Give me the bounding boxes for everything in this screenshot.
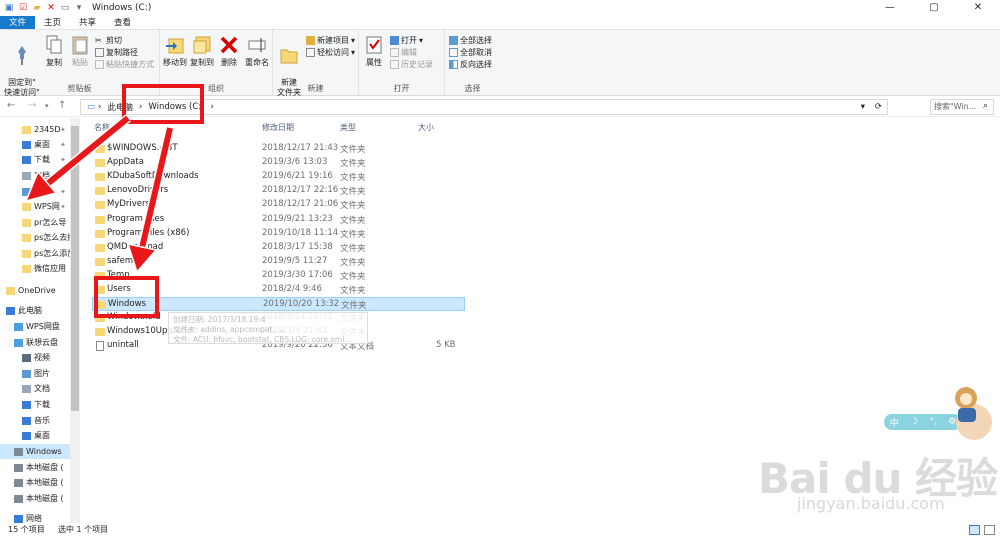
- arrow-to-sidebar: [24, 114, 131, 203]
- mascot-image: [955, 387, 992, 440]
- large-icons-view-icon[interactable]: [984, 525, 995, 535]
- punctuation-icon[interactable]: °,: [929, 417, 936, 427]
- details-view-icon[interactable]: [969, 525, 980, 535]
- watermark-url: jingyan.baidu.com: [797, 494, 945, 513]
- arrow-to-users: [126, 126, 175, 274]
- moon-icon[interactable]: ☽: [910, 417, 918, 427]
- status-bar: 15 个项目 选中 1 个项目: [0, 523, 1000, 537]
- item-count: 15 个项目: [8, 525, 45, 534]
- selection-count: 选中 1 个项目: [58, 525, 109, 534]
- ime-mode-label[interactable]: 中: [890, 416, 899, 429]
